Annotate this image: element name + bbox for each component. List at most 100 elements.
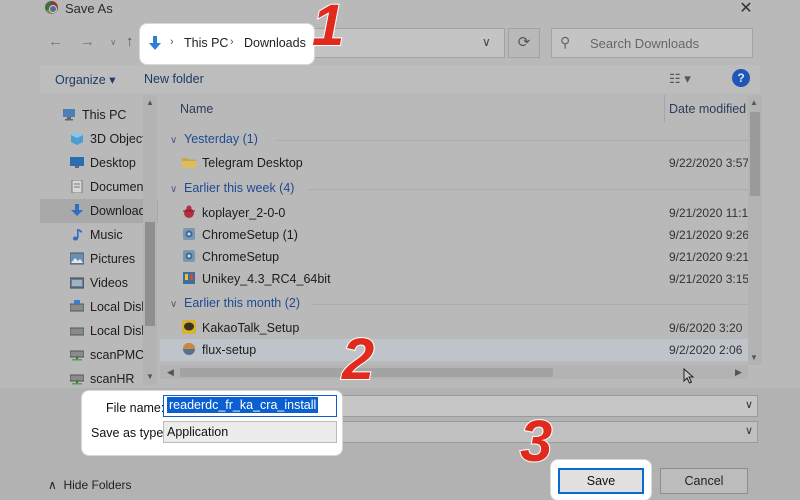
nav-item-scanhr[interactable]: scanHR [40,367,158,385]
search-input[interactable]: ⚲ Search Downloads [551,28,753,58]
chrome-icon [45,1,58,14]
nav-item-label: scanPMC [90,348,145,362]
column-header-date-modified[interactable]: Date modified [669,102,746,116]
search-icon: ⚲ [560,34,571,50]
nav-item-scanpmc[interactable]: scanPMC [40,343,158,367]
download-arrow-icon [71,204,83,216]
bug-icon [183,205,195,218]
nav-item-3d-objects[interactable]: 3D Objects [40,127,158,151]
hide-folders-toggle[interactable]: ∧ Hide Folders [48,478,132,492]
unikey-icon [183,272,195,284]
breadcrumb-downloads[interactable]: Downloads [244,36,306,50]
file-row[interactable]: Telegram Desktop 9/22/2020 3:57 [160,152,750,174]
file-row[interactable]: flux-setup 9/2/2020 2:06 [160,339,748,361]
nav-item-label: Local Disk [90,324,148,338]
breadcrumb-separator-icon[interactable]: › [170,36,174,48]
nav-item-music[interactable]: Music [40,223,158,247]
drive-icon [70,300,84,312]
save-button[interactable]: Save [558,468,644,494]
organize-menu[interactable]: Organize ▾ [55,72,115,87]
nav-item-label: scanHR [90,372,135,385]
nav-item-documents[interactable]: Documents [40,175,158,199]
step-number-1: 1 [311,0,345,59]
scroll-up-arrow-icon[interactable]: ▲ [750,98,758,107]
column-header-name[interactable]: Name [180,102,213,116]
step-number-2: 2 [341,326,375,393]
breadcrumb-separator-icon[interactable]: › [230,36,234,48]
drive-icon [70,327,84,336]
scroll-down-arrow-icon[interactable]: ▼ [750,353,758,362]
installer-icon [183,250,195,262]
group-header-earlier-this-month[interactable]: ∨ Earlier this month (2) [170,296,748,310]
group-header-yesterday[interactable]: ∨ Yesterday (1) [170,132,748,146]
desktop-icon [70,157,84,168]
cancel-button[interactable]: Cancel [660,468,748,494]
window-title: Save As [65,1,113,16]
nav-item-desktop[interactable]: Desktop [40,151,158,175]
chevron-down-icon: ∨ [170,299,178,310]
breadcrumb-this-pc[interactable]: This PC [184,36,228,50]
scroll-left-arrow-icon[interactable]: ◀ [167,367,174,378]
file-name-dropdown-icon[interactable]: ∨ [745,398,753,411]
group-divider [312,304,748,305]
mouse-cursor-icon [683,368,695,384]
chevron-down-icon: ∨ [170,184,178,195]
navigation-pane: This PC 3D Objects Desktop Documents Dow… [40,95,158,385]
save-as-type-value[interactable]: Application [167,425,228,439]
file-name: koplayer_2-0-0 [202,206,286,220]
file-row[interactable]: ChromeSetup 9/21/2020 9:21 [160,246,749,268]
nav-item-label: This PC [82,108,127,122]
file-date: 9/21/2020 3:15 [669,272,750,286]
nav-item-videos[interactable]: Videos [40,271,158,295]
file-name: flux-setup [202,343,257,357]
scroll-down-arrow-icon[interactable]: ▼ [146,372,154,381]
file-row[interactable]: koplayer_2-0-0 9/21/2020 11:1 [160,202,748,224]
breadcrumb[interactable]: › This PC › Downloads [140,24,314,64]
flux-icon [183,343,195,355]
help-icon[interactable]: ? [732,69,750,87]
group-header-earlier-this-week[interactable]: ∨ Earlier this week (4) [170,181,748,195]
refresh-button[interactable]: ⟳ [508,28,540,58]
view-options-icon[interactable]: ☷ ▾ [669,71,691,87]
save-as-type-label: Save as type: [91,426,167,440]
column-divider[interactable] [664,95,665,123]
picture-icon [70,252,84,265]
file-name: KakaoTalk_Setup [202,321,300,335]
search-placeholder: Search Downloads [590,36,700,51]
scroll-up-arrow-icon[interactable]: ▲ [146,98,154,107]
music-note-icon [72,229,82,241]
save-as-type-dropdown-icon[interactable]: ∨ [745,424,753,437]
new-folder-button[interactable]: New folder [144,72,204,86]
close-button[interactable]: ✕ [736,0,756,18]
vertical-scroll-thumb[interactable] [750,112,760,196]
up-arrow-icon[interactable]: ↑ [126,33,134,50]
chevron-up-icon: ∧ [48,478,57,492]
back-arrow-icon[interactable]: ← [48,33,63,50]
file-name: ChromeSetup (1) [202,228,298,242]
file-name-value[interactable]: readerdc_fr_ka_cra_install [167,397,319,413]
file-row[interactable]: KakaoTalk_Setup 9/6/2020 3:20 [160,317,748,339]
nav-item-local-disk-2[interactable]: Local Disk [40,319,158,343]
group-divider [308,189,748,190]
file-row[interactable]: ChromeSetup (1) 9/21/2020 9:26 [160,224,749,246]
file-row[interactable]: Unikey_4.3_RC4_64bit 9/21/2020 3:15 [160,268,750,290]
document-icon [71,180,83,193]
address-dropdown-icon[interactable]: ∨ [482,35,491,49]
file-list: Name Date modified ∨ Yesterday (1) Telegr… [160,95,750,365]
toolbar: Organize ▾ New folder ☷ ▾ ? [40,65,760,93]
file-name: Unikey_4.3_RC4_64bit [202,272,331,286]
nav-item-label: Pictures [90,252,136,266]
nav-item-pictures[interactable]: Pictures [40,247,158,271]
nav-item-downloads[interactable]: Downloads [40,199,158,223]
forward-arrow-icon[interactable]: → [80,33,95,50]
file-name-label: File name: [106,401,165,415]
recent-locations-chevron-icon[interactable]: ∨ [110,37,117,48]
file-date: 9/21/2020 11:1 [669,206,749,220]
file-date: 9/22/2020 3:57 [669,156,750,170]
step-number-3: 3 [519,408,553,475]
nav-pane-scroll-thumb[interactable] [145,222,155,326]
scroll-right-arrow-icon[interactable]: ▶ [735,367,742,378]
nav-item-this-pc[interactable]: This PC [40,103,158,127]
nav-item-local-disk-1[interactable]: Local Disk [40,295,158,319]
nav-item-label: Music [90,228,123,242]
